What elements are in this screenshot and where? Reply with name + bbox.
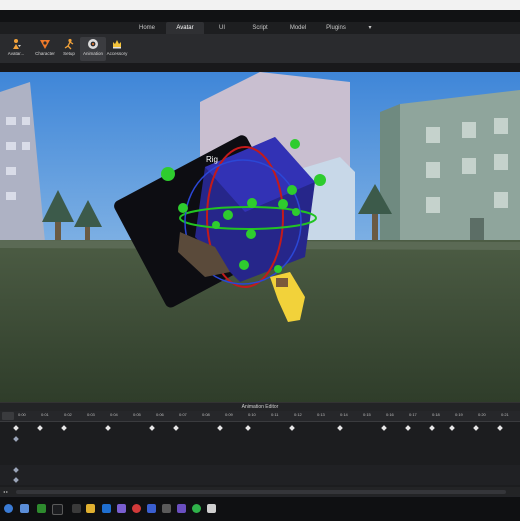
ruler-tick: 0:14 — [340, 412, 348, 417]
keyframe[interactable] — [337, 425, 343, 431]
ruler-tick: 0:08 — [202, 412, 210, 417]
keyframe[interactable] — [13, 477, 19, 483]
folder-icon[interactable] — [86, 504, 95, 513]
roblox-studio-icon[interactable] — [102, 504, 111, 513]
ribbon-label: Avatar... — [7, 51, 25, 56]
ruler-tick: 0:11 — [271, 412, 279, 417]
keyframe[interactable] — [61, 425, 67, 431]
ribbon-label: Setup — [63, 51, 75, 56]
editor-menu-button[interactable] — [2, 412, 14, 420]
tab-script[interactable]: Script — [244, 22, 276, 34]
ribbon-label: Character — [35, 51, 55, 56]
keyframe[interactable] — [429, 425, 435, 431]
tabs-more-button[interactable]: ▾ — [364, 22, 376, 34]
ribbon-tabs: Home Avatar UI Script Model Plugins ▾ — [0, 22, 520, 35]
keyframe[interactable] — [173, 425, 179, 431]
keyframe[interactable] — [449, 425, 455, 431]
ruler-tick: 0:12 — [294, 412, 302, 417]
animation-editor-title: Animation Editor — [0, 403, 520, 411]
xbox-icon[interactable] — [37, 504, 46, 513]
task-view-icon[interactable] — [20, 504, 29, 513]
tab-ui[interactable]: UI — [208, 22, 236, 34]
os-taskbar — [0, 496, 520, 521]
scene-render: Rig — [0, 72, 520, 402]
rig-setup-icon — [64, 38, 74, 50]
keyframe-track[interactable] — [0, 465, 520, 475]
animation-editor-panel: Animation Editor 0:00 0:01 0:02 0:03 0:0… — [0, 402, 520, 497]
animation-editor-button[interactable]: Animation — [80, 37, 106, 61]
ruler-tick: 0:09 — [225, 412, 233, 417]
ruler-tick: 0:15 — [363, 412, 371, 417]
keyframe-track[interactable] — [0, 435, 520, 445]
ruler-tick: 0:17 — [409, 412, 417, 417]
ruler-tick: 0:21 — [501, 412, 509, 417]
ruler-tick: 0:01 — [41, 412, 49, 417]
timeline-ruler[interactable]: 0:00 0:01 0:02 0:03 0:04 0:05 0:06 0:07 … — [0, 411, 520, 422]
ribbon-toolbar: Avatar... Character Setup Animation Acce… — [0, 35, 520, 63]
keyframe[interactable] — [149, 425, 155, 431]
tab-home[interactable]: Home — [130, 22, 164, 34]
start-icon[interactable] — [4, 504, 13, 513]
avatar-importer-icon — [13, 39, 21, 49]
animation-editor-icon — [88, 39, 98, 49]
keyframe[interactable] — [497, 425, 503, 431]
accessory-icon — [113, 40, 121, 49]
character-icon — [40, 40, 50, 49]
ruler-tick: 0:16 — [386, 412, 394, 417]
menu-bar — [0, 10, 520, 22]
ruler-tick: 0:06 — [156, 412, 164, 417]
keyframe[interactable] — [245, 425, 251, 431]
ruler-tick: 0:02 — [64, 412, 72, 417]
3d-viewport[interactable]: Rig — [0, 72, 520, 402]
app-icon[interactable] — [117, 504, 126, 513]
ruler-tick: 0:13 — [317, 412, 325, 417]
ruler-tick: 0:20 — [478, 412, 486, 417]
tab-avatar[interactable]: Avatar — [166, 22, 204, 34]
avatar-importer-button[interactable]: Avatar... — [3, 37, 29, 61]
keyframe-track[interactable] — [0, 423, 520, 433]
keyframe[interactable] — [105, 425, 111, 431]
keyframe[interactable] — [473, 425, 479, 431]
discord-icon[interactable] — [177, 504, 186, 513]
app-icon[interactable] — [72, 504, 81, 513]
rig-setup-button[interactable]: Setup — [56, 37, 82, 61]
ruler-tick: 0:18 — [432, 412, 440, 417]
keyframe[interactable] — [381, 425, 387, 431]
ruler-tick: 0:05 — [133, 412, 141, 417]
window-top-strip — [0, 0, 520, 10]
ruler-tick: 0:07 — [179, 412, 187, 417]
character-button[interactable]: Character — [32, 37, 58, 61]
ruler-tick: 0:00 — [18, 412, 26, 417]
keyframe[interactable] — [13, 425, 19, 431]
ruler-tick: 0:03 — [87, 412, 95, 417]
ruler-tick: 0:19 — [455, 412, 463, 417]
keyframe[interactable] — [13, 467, 19, 473]
keyframe[interactable] — [37, 425, 43, 431]
spotify-icon[interactable] — [192, 504, 201, 513]
search-icon[interactable] — [52, 504, 63, 515]
tab-model[interactable]: Model — [282, 22, 314, 34]
app-icon[interactable] — [162, 504, 171, 513]
tab-plugins[interactable]: Plugins — [320, 22, 352, 34]
rig-label: Rig — [206, 155, 218, 164]
app-icon[interactable] — [207, 504, 216, 513]
app-icon[interactable] — [147, 504, 156, 513]
ribbon-label: Accessory — [106, 51, 128, 56]
timeline-nav-arrows[interactable]: ◂ ▸ — [3, 489, 8, 494]
ruler-tick: 0:04 — [110, 412, 118, 417]
keyframe[interactable] — [217, 425, 223, 431]
scrollbar-thumb[interactable] — [16, 490, 506, 494]
accessory-button[interactable]: Accessory — [104, 37, 130, 61]
keyframe[interactable] — [405, 425, 411, 431]
ruler-tick: 0:10 — [248, 412, 256, 417]
ribbon-label: Animation — [82, 51, 103, 56]
keyframe[interactable] — [13, 436, 19, 442]
chrome-icon[interactable] — [132, 504, 141, 513]
keyframe[interactable] — [289, 425, 295, 431]
keyframe-track[interactable] — [0, 475, 520, 485]
